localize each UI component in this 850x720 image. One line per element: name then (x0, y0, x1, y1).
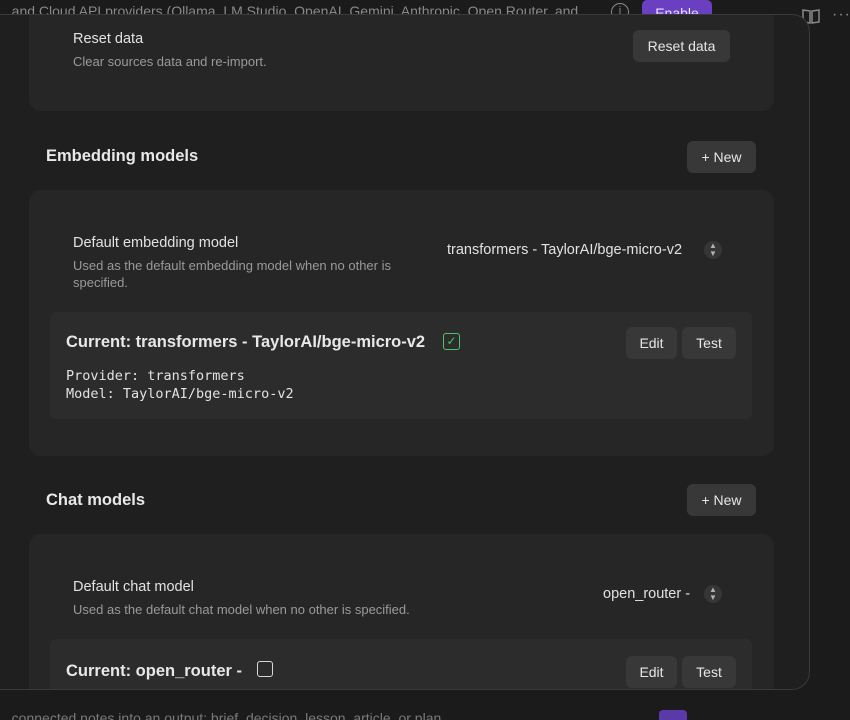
embedding-models-heading: Embedding models (46, 147, 199, 165)
test-embedding-model-button[interactable]: Test (682, 327, 736, 359)
current-embedding-model-title: Current: transformers - TaylorAI/bge-mic… (66, 333, 426, 351)
embedding-model-line: Model: TaylorAI/bge-micro-v2 (66, 386, 294, 402)
chat-models-card: Default chat model Used as the default c… (29, 534, 774, 689)
default-embedding-model-description: Used as the default embedding model when… (73, 258, 391, 290)
default-chat-model-label: Default chat model (73, 579, 194, 595)
current-embedding-model-panel: Current: transformers - TaylorAI/bge-mic… (50, 312, 752, 419)
new-chat-model-button[interactable]: + New (687, 484, 756, 516)
plugin-icon[interactable] (659, 710, 687, 720)
background-bottom-text: ...connected notes into an output: brief… (0, 710, 442, 720)
default-chat-model-description: Used as the default chat model when no o… (73, 602, 410, 617)
checked-checkbox-icon[interactable]: ✓ (443, 333, 460, 350)
background-bottom-bar: ...connected notes into an output: brief… (0, 706, 850, 720)
reset-data-description: Clear sources data and re-import. (73, 54, 267, 69)
select-chevrons-icon[interactable]: ▲ ▼ (704, 241, 722, 259)
test-chat-model-button[interactable]: Test (682, 656, 736, 688)
unchecked-checkbox-icon[interactable] (257, 661, 273, 677)
embedding-models-card: Default embedding model Used as the defa… (29, 190, 774, 456)
select-chevrons-icon[interactable]: ▲ ▼ (704, 585, 722, 603)
edit-embedding-model-button[interactable]: Edit (626, 327, 677, 359)
reset-data-card: Reset data Clear sources data and re-imp… (29, 15, 774, 111)
settings-modal: Reset data Clear sources data and re-imp… (0, 14, 810, 690)
default-chat-model-select[interactable]: open_router - (603, 586, 690, 602)
current-chat-model-title: Current: open_router - (66, 662, 243, 680)
default-embedding-model-label: Default embedding model (73, 235, 239, 251)
new-embedding-model-button[interactable]: + New (687, 141, 756, 173)
current-chat-model-panel: Current: open_router - Edit Test (50, 639, 752, 689)
reset-data-button[interactable]: Reset data (633, 30, 730, 62)
edit-chat-model-button[interactable]: Edit (626, 656, 677, 688)
reset-data-title: Reset data (73, 31, 144, 47)
chat-models-heading: Chat models (46, 491, 146, 509)
default-embedding-model-select[interactable]: transformers - TaylorAI/bge-micro-v2 (447, 242, 682, 258)
more-options-icon[interactable]: ··· (832, 6, 850, 24)
embedding-provider-line: Provider: transformers (66, 368, 245, 384)
